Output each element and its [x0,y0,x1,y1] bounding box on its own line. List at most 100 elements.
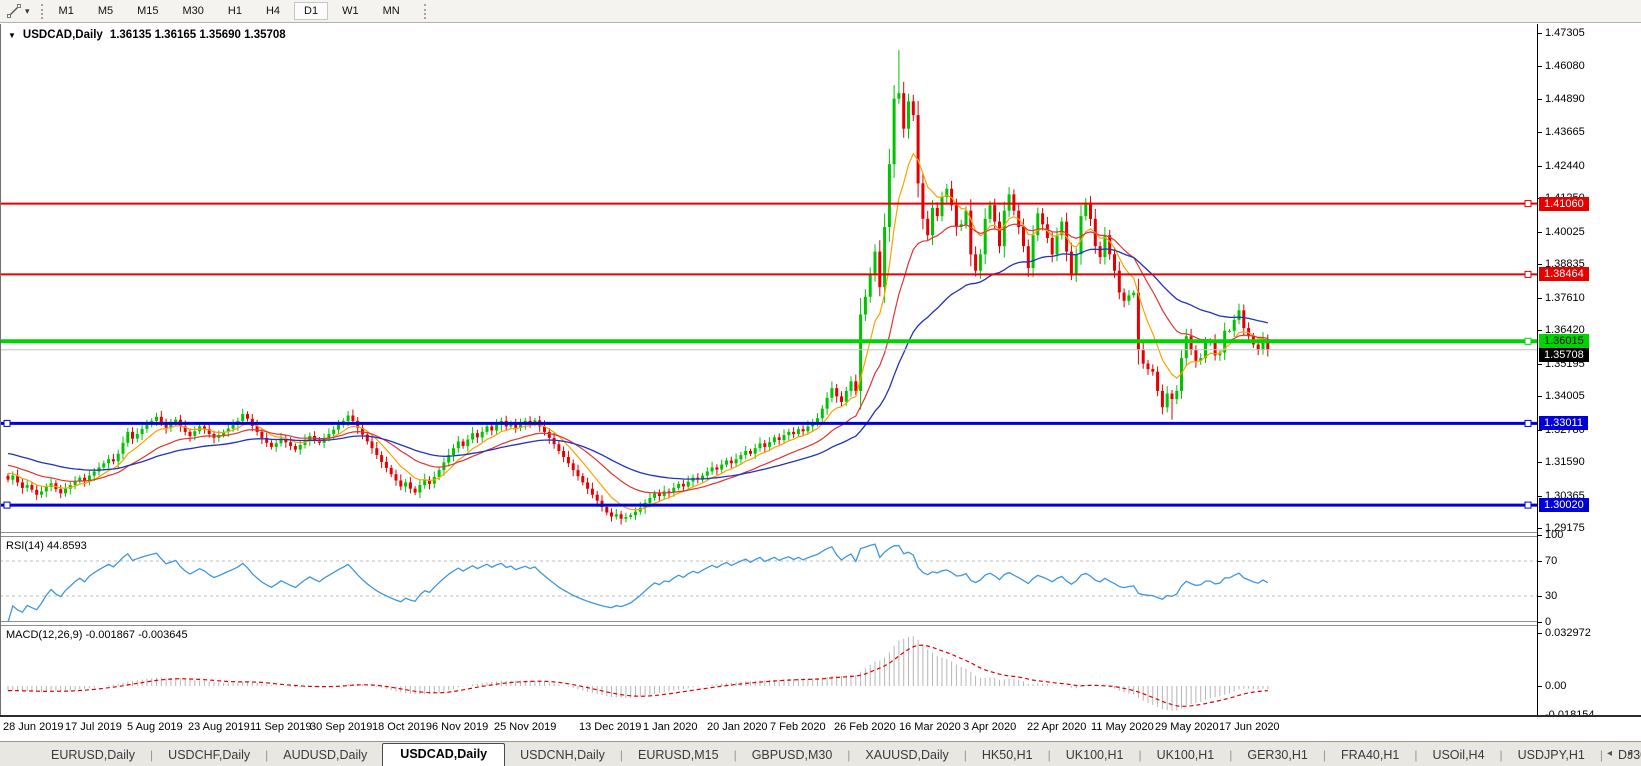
macd-tick: 0.00 [1545,680,1566,693]
date-label: 20 Jan 2020 [707,721,768,733]
macd-signal-line [8,645,1268,706]
ma-fast-line [8,154,1268,510]
timeframe-buttons: M1M5M15 M30H1H4D1W1MN [49,2,410,20]
price-tick-tickmark [1538,396,1542,397]
chart-tab-usdcnh-daily[interactable]: USDCNH,Daily [505,745,620,766]
line-anchor[interactable] [1525,338,1531,344]
price-tick-tickmark [1538,99,1542,100]
timeframe-button-m15[interactable]: M15 [127,2,168,20]
price-tick: 1.47305 [1545,27,1585,40]
mt4-terminal-window: ▾ M1M5M15 M30H1H4D1W1MN ▼ USDCAD,Daily 1.… [0,0,1641,766]
macd-tick-tickmark [1538,633,1542,634]
rsi-plot [0,537,1537,621]
chart-left-border [0,24,1,715]
price-tick: 1.34005 [1545,390,1585,403]
ma-slow-line [8,249,1268,479]
date-label: 18 Oct 2019 [372,721,432,733]
chart-tab-hk50-h1[interactable]: HK50,H1 [967,745,1048,766]
price-tick: 1.44890 [1545,93,1585,106]
price-tick-tickmark [1538,66,1542,67]
price-tick-tickmark [1538,298,1542,299]
timeframe-button-mn[interactable]: MN [373,2,410,20]
chart-tab-gbpusd-m30[interactable]: GBPUSD,M30 [737,745,848,766]
chart-tab-usdjpy-h1[interactable]: USDJPY,H1 [1503,745,1600,766]
date-label: 17 Jul 2019 [65,721,122,733]
line-anchor[interactable] [1525,420,1531,426]
timeframe-button-m30[interactable]: M30 [173,2,214,20]
price-chart-panel[interactable]: ▼ USDCAD,Daily 1.36135 1.36165 1.35690 1… [0,24,1537,532]
macd-label: MACD(12,26,9) -0.001867 -0.003645 [6,629,188,641]
price-tick-tickmark [1538,330,1542,331]
symbol-name: USDCAD,Daily [23,29,103,41]
timeframe-button-h4[interactable]: H4 [256,2,290,20]
line-tools-button[interactable]: ▾ [3,3,33,20]
date-label: 29 May 2020 [1155,721,1219,733]
macd-histogram [8,636,1268,710]
timeframe-button-m5[interactable]: M5 [88,2,123,20]
toolbar-grip-2[interactable] [424,4,426,19]
timeframe-button-w1[interactable]: W1 [332,2,369,20]
chart-tab-uk100-h1[interactable]: UK100,H1 [1142,745,1230,766]
date-label: 25 Nov 2019 [494,721,556,733]
chart-tab-uk100-h1[interactable]: UK100,H1 [1051,745,1139,766]
candlestick-chart [0,24,1537,532]
price-tick: 1.40025 [1545,226,1585,239]
price-tick-tickmark [1538,232,1542,233]
chevron-down-icon: ▾ [25,6,30,17]
rsi-indicator-panel[interactable]: RSI(14) 44.8593 [0,537,1537,621]
tab-scroll-right-icon[interactable]: ▸ [1628,748,1633,759]
line-anchor[interactable] [4,502,10,508]
date-label: 1 Jan 2020 [643,721,697,733]
timeframe-button-d1[interactable]: D1 [294,2,328,20]
hline-price-label-1.38464: 1.38464 [1539,267,1589,281]
date-label: 13 Dec 2019 [579,721,641,733]
tab-scroll-buttons: ◂ ▸ [1607,748,1633,759]
hline-price-label-1.41060: 1.41060 [1539,197,1589,211]
chart-tab-ger30-h1[interactable]: GER30,H1 [1232,745,1322,766]
macd-tick-tickmark [1538,686,1542,687]
timeframe-button-m1[interactable]: M1 [49,2,84,20]
chart-tab-eurusd-daily[interactable]: EURUSD,Daily [36,745,150,766]
macd-indicator-panel[interactable]: MACD(12,26,9) -0.001867 -0.003645 [0,626,1537,715]
toolbar-grip[interactable] [41,4,43,19]
price-tick-tickmark [1538,528,1542,529]
price-axis[interactable]: 1.473051.460801.448901.436651.424401.412… [1538,24,1641,715]
timeframe-button-h1[interactable]: H1 [218,2,252,20]
date-label: 7 Feb 2020 [770,721,826,733]
candle-bodies [7,93,1270,519]
rsi-line [8,544,1268,621]
time-axis[interactable]: 28 Jun 201917 Jul 20195 Aug 201923 Aug 2… [0,715,1641,741]
price-tick-tickmark [1538,462,1542,463]
line-anchor[interactable] [1525,271,1531,277]
price-tick-tickmark [1538,264,1542,265]
date-label: 17 Jun 2020 [1219,721,1280,733]
price-tick-tickmark [1538,166,1542,167]
chart-tab-usdchf-daily[interactable]: USDCHF,Daily [153,745,265,766]
candle-wicks [8,50,1268,524]
date-label: 16 Mar 2020 [899,721,961,733]
macd-plot [0,626,1537,715]
date-label: 6 Nov 2019 [432,721,488,733]
trendline-tool-icon [6,4,23,19]
timeframe-toolbar: ▾ M1M5M15 M30H1H4D1W1MN [0,0,1641,23]
chart-tab-audusd-daily[interactable]: AUDUSD,Daily [268,745,382,766]
line-anchor[interactable] [4,420,10,426]
chart-tab-fra40-h1[interactable]: FRA40,H1 [1326,745,1414,766]
line-anchor[interactable] [1525,502,1531,508]
hline-price-label-1.33011: 1.33011 [1539,416,1588,430]
rsi-tick-tickmark [1538,622,1542,623]
chart-tab-eurusd-m15[interactable]: EURUSD,M15 [623,745,734,766]
rsi-tick-tickmark [1538,561,1542,562]
hline-price-label-1.36015: 1.36015 [1539,334,1589,348]
chart-tab-usdcad-daily[interactable]: USDCAD,Daily [382,743,505,766]
rsi-tick: 30 [1545,590,1557,603]
date-label: 23 Aug 2019 [188,721,250,733]
chart-tab-usoil-h4[interactable]: USOil,H4 [1417,745,1499,766]
price-tick-tickmark [1538,33,1542,34]
line-anchor[interactable] [1525,201,1531,207]
chart-tab-xauusd-daily[interactable]: XAUUSD,Daily [850,745,963,766]
date-label: 5 Aug 2019 [127,721,183,733]
tab-scroll-left-icon[interactable]: ◂ [1607,748,1612,759]
price-tick: 1.43665 [1545,126,1585,139]
symbol-dropdown-icon[interactable]: ▼ [8,31,16,40]
